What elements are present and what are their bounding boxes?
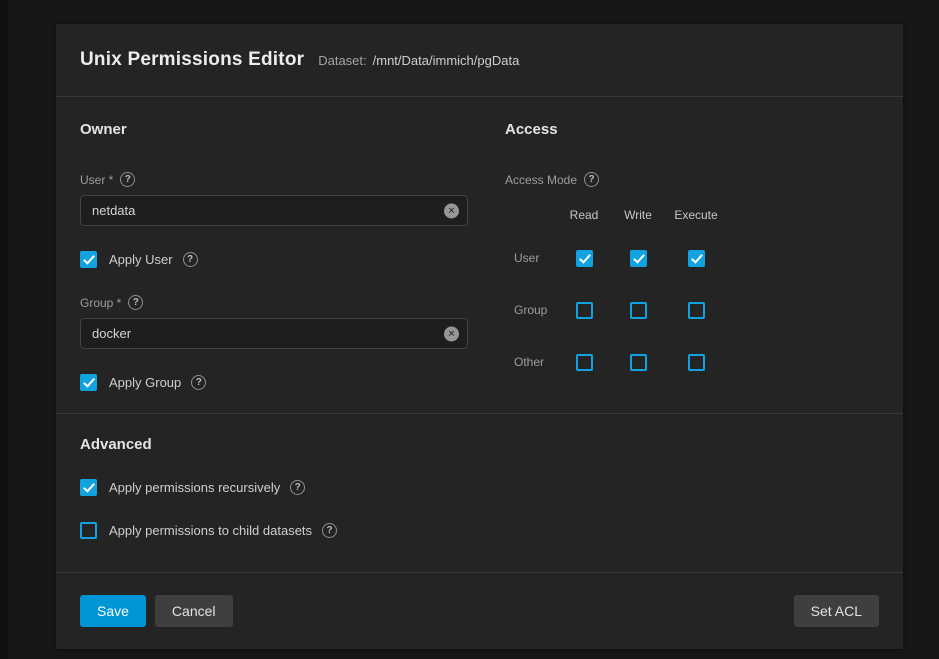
apply-recursively-checkbox[interactable] bbox=[80, 479, 97, 496]
help-icon[interactable]: ? bbox=[584, 172, 599, 187]
group-field-label-row: Group * ? bbox=[80, 295, 468, 310]
dialog-header: Unix Permissions Editor Dataset: /mnt/Dat… bbox=[56, 24, 903, 97]
access-section-title: Access bbox=[505, 121, 879, 138]
clear-icon[interactable]: ✕ bbox=[444, 203, 459, 218]
group-input-wrap: ✕ bbox=[80, 318, 468, 349]
user-execute-checkbox[interactable] bbox=[688, 250, 705, 267]
user-field-label-row: User * ? bbox=[80, 172, 468, 187]
dialog-body: Owner User * ? ✕ Apply User ? Group * ? … bbox=[56, 97, 903, 391]
row-label-group: Group bbox=[505, 284, 557, 336]
table-corner bbox=[505, 208, 557, 232]
apply-user-row: Apply User ? bbox=[80, 251, 468, 268]
group-input[interactable] bbox=[80, 318, 468, 349]
dataset-info: Dataset: /mnt/Data/immich/pgData bbox=[318, 53, 519, 68]
column-header-write: Write bbox=[611, 208, 665, 232]
set-acl-button[interactable]: Set ACL bbox=[794, 595, 879, 627]
dataset-path: /mnt/Data/immich/pgData bbox=[373, 53, 520, 68]
column-header-read: Read bbox=[557, 208, 611, 232]
apply-user-label: Apply User bbox=[109, 252, 173, 267]
other-execute-checkbox[interactable] bbox=[688, 354, 705, 371]
apply-group-label: Apply Group bbox=[109, 375, 181, 390]
access-mode-table: Read Write Execute User Group Other bbox=[505, 208, 879, 388]
group-read-checkbox[interactable] bbox=[576, 302, 593, 319]
unix-permissions-editor-dialog: Unix Permissions Editor Dataset: /mnt/Dat… bbox=[56, 24, 903, 649]
user-input[interactable] bbox=[80, 195, 468, 226]
user-input-wrap: ✕ bbox=[80, 195, 468, 226]
apply-user-checkbox[interactable] bbox=[80, 251, 97, 268]
other-write-checkbox[interactable] bbox=[630, 354, 647, 371]
access-mode-label-row: Access Mode ? bbox=[505, 172, 879, 187]
apply-child-datasets-checkbox[interactable] bbox=[80, 522, 97, 539]
save-button[interactable]: Save bbox=[80, 595, 146, 627]
owner-section-title: Owner bbox=[80, 121, 468, 138]
group-field-label: Group * bbox=[80, 296, 121, 310]
apply-child-datasets-label: Apply permissions to child datasets bbox=[109, 523, 312, 538]
page-title: Unix Permissions Editor bbox=[80, 49, 304, 71]
other-read-checkbox[interactable] bbox=[576, 354, 593, 371]
apply-child-datasets-row: Apply permissions to child datasets ? bbox=[80, 522, 879, 539]
row-label-user: User bbox=[505, 232, 557, 284]
row-label-other: Other bbox=[505, 336, 557, 388]
help-icon[interactable]: ? bbox=[128, 295, 143, 310]
user-write-checkbox[interactable] bbox=[630, 250, 647, 267]
group-write-checkbox[interactable] bbox=[630, 302, 647, 319]
advanced-section: Advanced Apply permissions recursively ?… bbox=[56, 413, 903, 565]
help-icon[interactable]: ? bbox=[191, 375, 206, 390]
help-icon[interactable]: ? bbox=[322, 523, 337, 538]
apply-recursively-row: Apply permissions recursively ? bbox=[80, 479, 879, 496]
advanced-section-title: Advanced bbox=[80, 436, 879, 453]
clear-icon[interactable]: ✕ bbox=[444, 326, 459, 341]
help-icon[interactable]: ? bbox=[290, 480, 305, 495]
column-header-execute: Execute bbox=[665, 208, 727, 232]
access-section: Access Access Mode ? Read Write Execute … bbox=[505, 97, 879, 391]
cancel-button[interactable]: Cancel bbox=[155, 595, 233, 627]
help-icon[interactable]: ? bbox=[183, 252, 198, 267]
user-read-checkbox[interactable] bbox=[576, 250, 593, 267]
help-icon[interactable]: ? bbox=[120, 172, 135, 187]
access-mode-label: Access Mode bbox=[505, 173, 577, 187]
user-field-label: User * bbox=[80, 173, 113, 187]
dataset-label: Dataset: bbox=[318, 53, 366, 68]
dialog-footer: Save Cancel Set ACL bbox=[56, 572, 903, 649]
apply-group-checkbox[interactable] bbox=[80, 374, 97, 391]
owner-section: Owner User * ? ✕ Apply User ? Group * ? … bbox=[80, 97, 468, 391]
apply-recursively-label: Apply permissions recursively bbox=[109, 480, 280, 495]
left-edge-strip bbox=[0, 0, 8, 659]
apply-group-row: Apply Group ? bbox=[80, 374, 468, 391]
group-execute-checkbox[interactable] bbox=[688, 302, 705, 319]
